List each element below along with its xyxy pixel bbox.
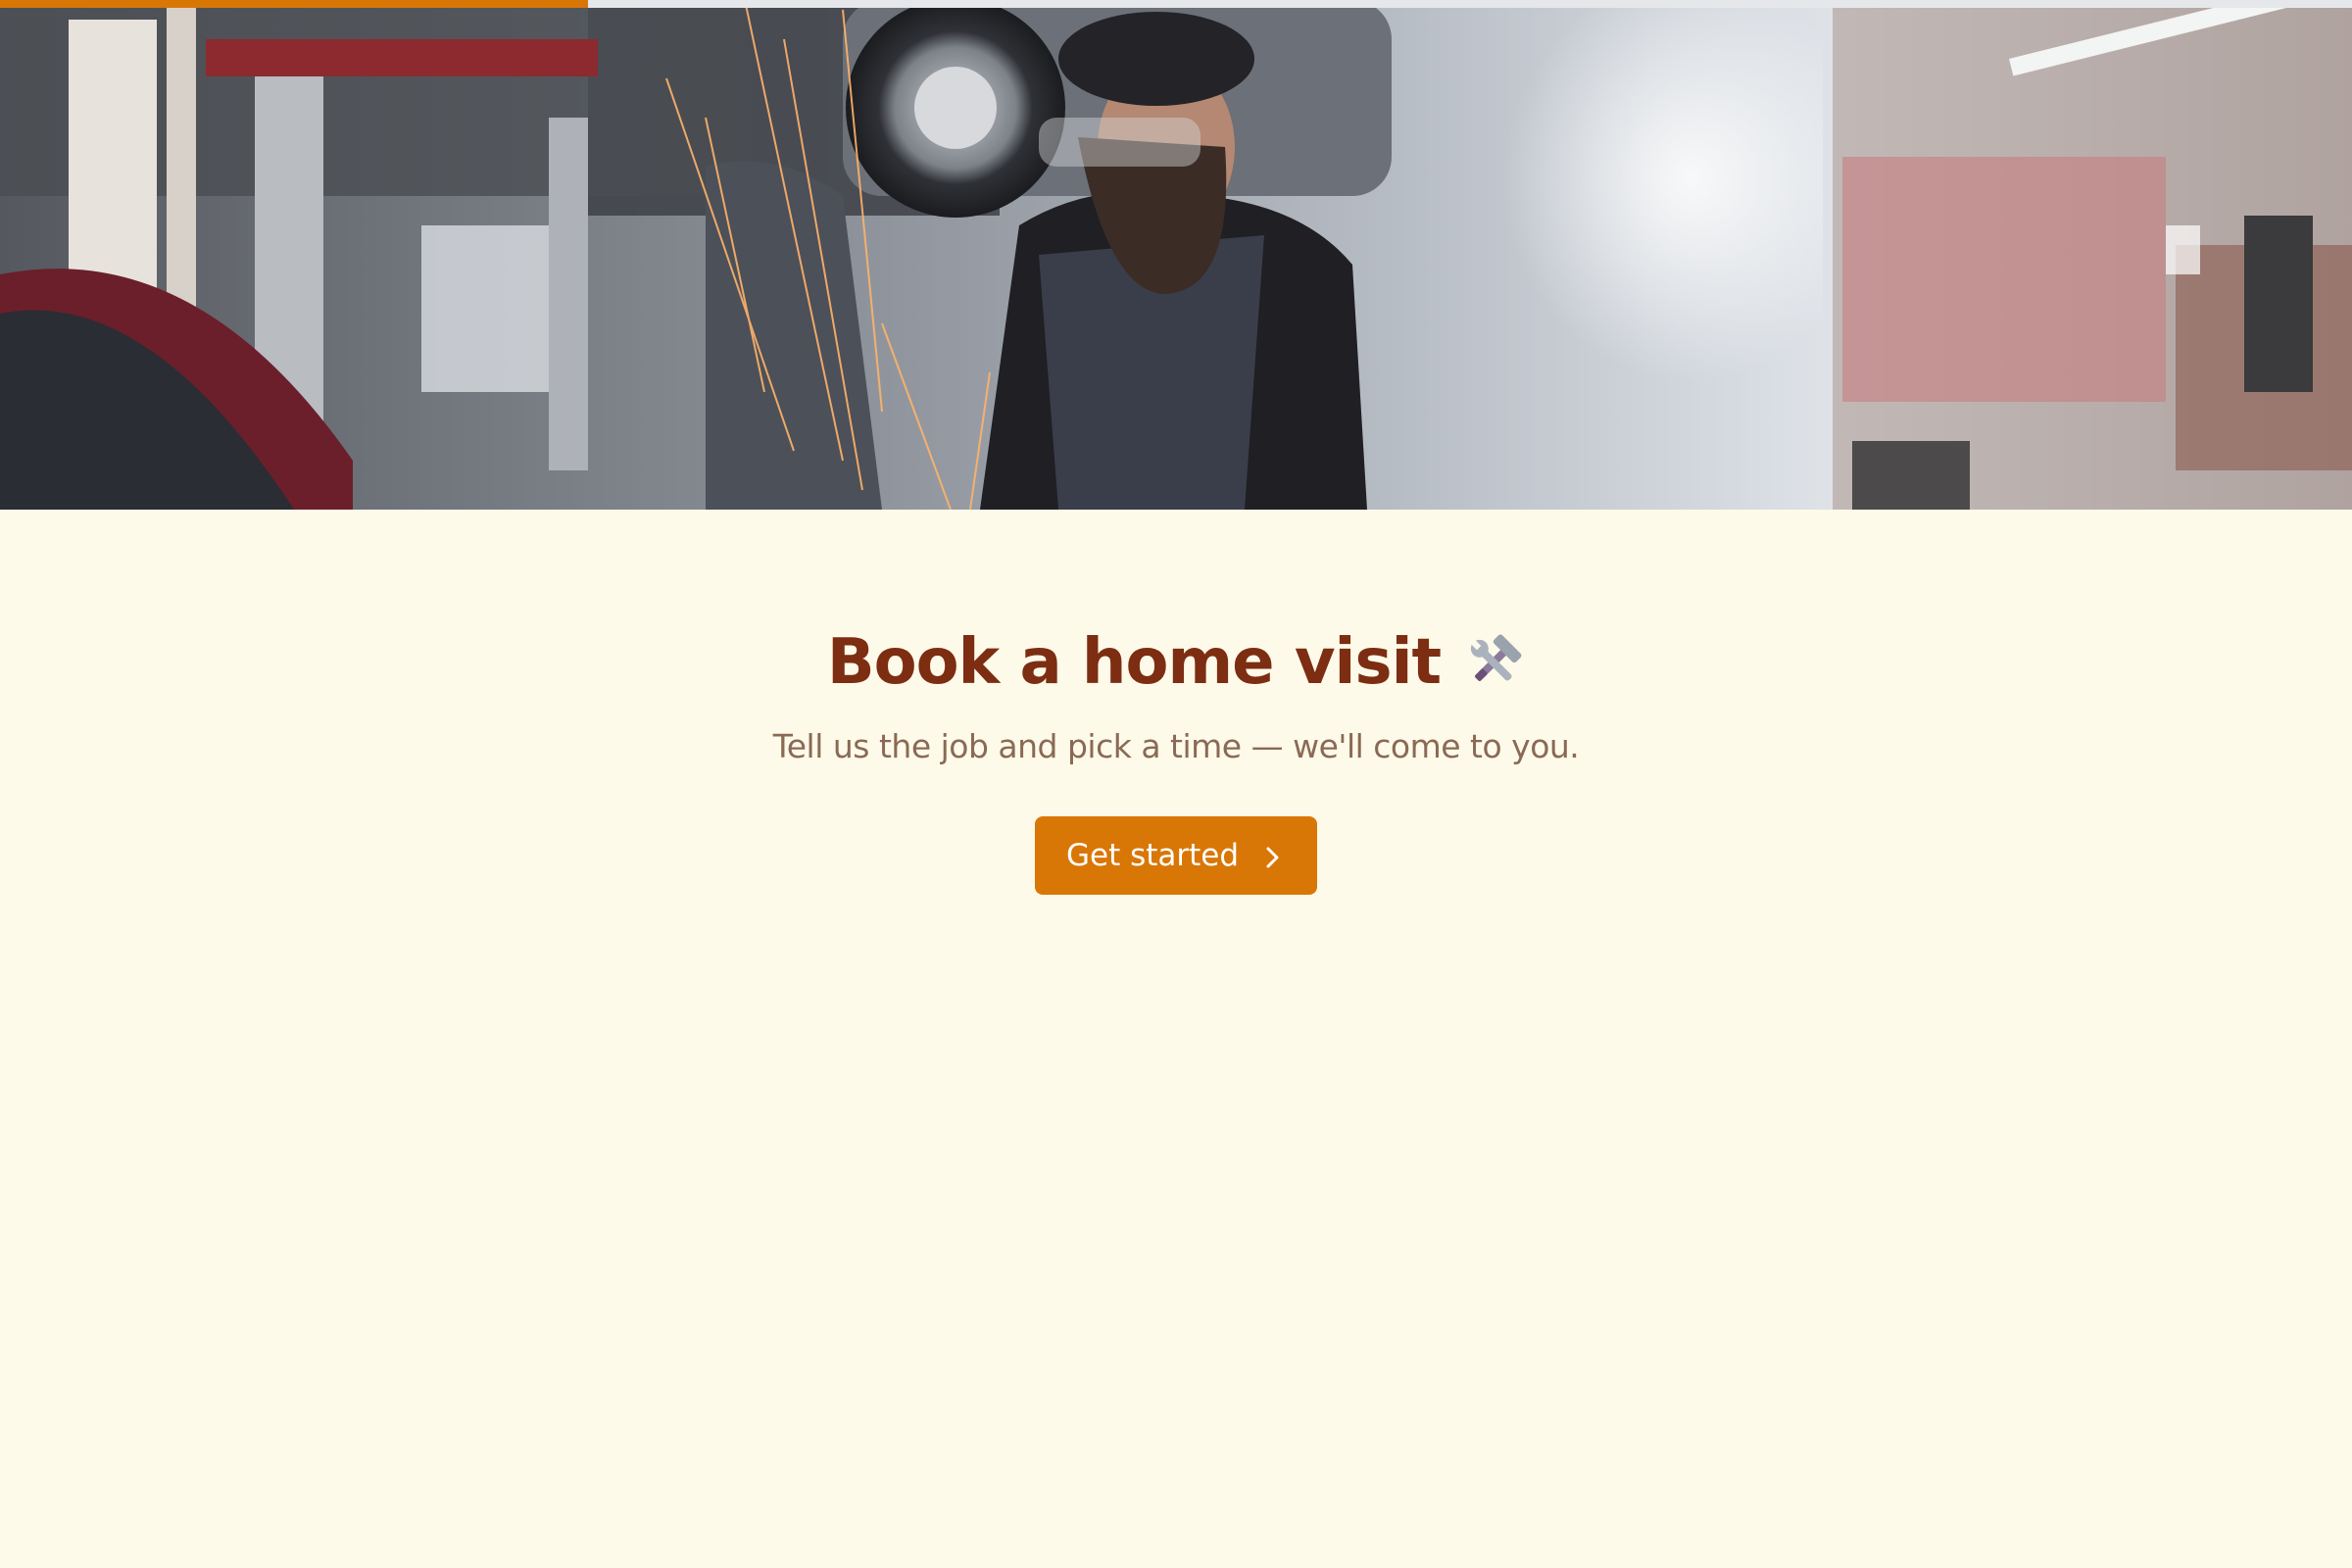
chevron-right-icon (1264, 843, 1282, 868)
booking-panel: Book a home visit Tell us the job and pi… (0, 510, 2352, 895)
page-subtitle: Tell us the job and pick a time — we'll … (772, 727, 1580, 765)
page-title: Book a home visit (826, 626, 1442, 699)
cta-container: Get started (0, 816, 2352, 895)
progress-bar-fill (0, 0, 588, 8)
title-row: Book a home visit (0, 631, 2352, 694)
progress-bar (0, 0, 2352, 8)
hero-image (0, 0, 2352, 510)
get-started-label: Get started (1065, 838, 1240, 873)
get-started-button[interactable]: Get started (1034, 816, 1318, 895)
hammer-and-wrench-icon (1462, 631, 1525, 694)
